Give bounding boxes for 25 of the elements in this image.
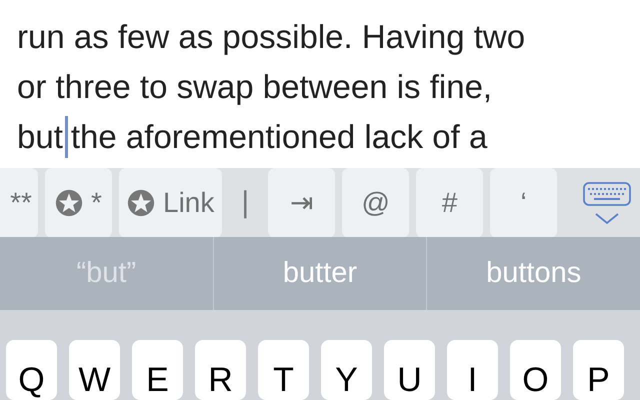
- key[interactable]: Q: [6, 340, 57, 400]
- text-cursor: [64, 116, 68, 158]
- separator-mark: |: [240, 186, 250, 220]
- key[interactable]: O: [510, 340, 561, 400]
- key[interactable]: Y: [321, 340, 372, 400]
- text-line: but: [17, 117, 63, 157]
- text-line: or three to swap between is fine,: [17, 67, 494, 107]
- key[interactable]: T: [258, 340, 309, 400]
- key[interactable]: R: [195, 340, 246, 400]
- keyboard-dismiss-icon: [582, 180, 632, 225]
- key[interactable]: I: [447, 340, 498, 400]
- key[interactable]: E: [132, 340, 183, 400]
- toolbar-button[interactable]: Link: [119, 168, 222, 237]
- toolbar-button[interactable]: *: [45, 168, 112, 237]
- key[interactable]: P: [573, 340, 624, 400]
- toolbar-button[interactable]: #: [416, 168, 484, 237]
- text-line: the aforementioned lack of a: [70, 117, 488, 157]
- key[interactable]: W: [69, 340, 120, 400]
- toolbar-button[interactable]: ⇥: [268, 168, 336, 237]
- text-line: run as few as possible. Having two: [17, 17, 526, 57]
- toolbar-button[interactable]: **: [0, 168, 38, 237]
- toolbar-button[interactable]: @: [342, 168, 410, 237]
- keyboard-dismiss-button[interactable]: [582, 180, 632, 225]
- key[interactable]: U: [384, 340, 435, 400]
- toolbar-button[interactable]: ‘: [490, 168, 558, 237]
